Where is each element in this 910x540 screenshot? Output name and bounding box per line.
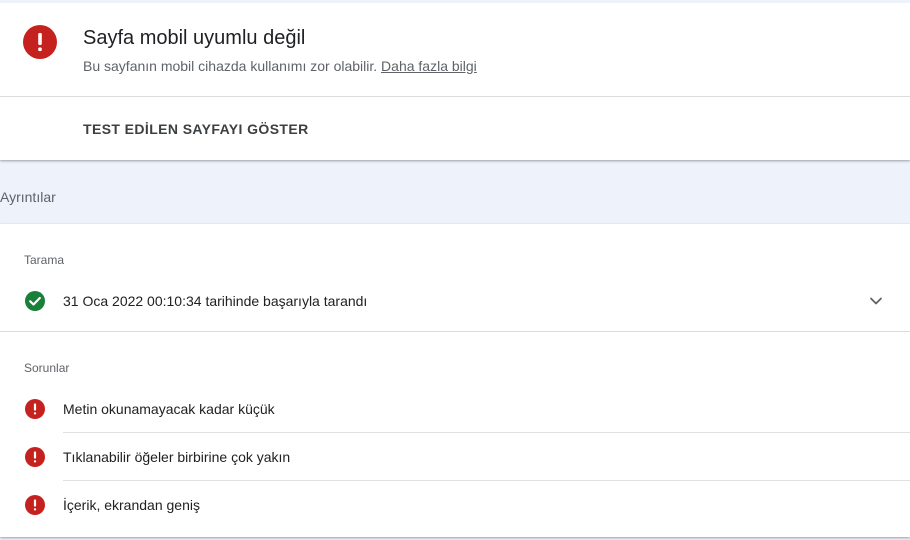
chevron-down-icon[interactable] — [866, 291, 886, 311]
status-title: Sayfa mobil uyumlu değil — [83, 27, 306, 49]
divider — [0, 331, 910, 332]
details-heading: Ayrıntılar — [0, 189, 56, 205]
check-circle-icon — [25, 291, 45, 311]
issue-item[interactable]: İçerik, ekrandan geniş — [63, 495, 200, 515]
error-icon — [23, 25, 57, 59]
issue-item[interactable]: Metin okunamayacak kadar küçük — [63, 399, 275, 419]
divider — [0, 96, 910, 97]
view-tested-page-button[interactable]: TEST EDİLEN SAYFAYI GÖSTER — [83, 119, 309, 139]
error-icon — [25, 447, 45, 467]
error-icon — [25, 399, 45, 419]
issues-section-label: Sorunlar — [24, 361, 70, 375]
status-subtitle-text: Bu sayfanın mobil cihazda kullanımı zor … — [83, 58, 378, 74]
crawl-status-text: 31 Oca 2022 00:10:34 tarihinde başarıyla… — [63, 293, 368, 309]
status-subtitle: Bu sayfanın mobil cihazda kullanımı zor … — [83, 57, 477, 75]
crawl-section-label: Tarama — [24, 253, 65, 267]
divider — [63, 480, 910, 481]
error-icon — [25, 495, 45, 515]
issue-item[interactable]: Tıklanabilir öğeler birbirine çok yakın — [63, 447, 290, 467]
learn-more-link[interactable]: Daha fazla bilgi — [381, 58, 477, 74]
status-card: Sayfa mobil uyumlu değil Bu sayfanın mob… — [0, 0, 910, 160]
details-card: Tarama 31 Oca 2022 00:10:34 tarihinde ba… — [0, 224, 910, 537]
divider — [63, 432, 910, 433]
